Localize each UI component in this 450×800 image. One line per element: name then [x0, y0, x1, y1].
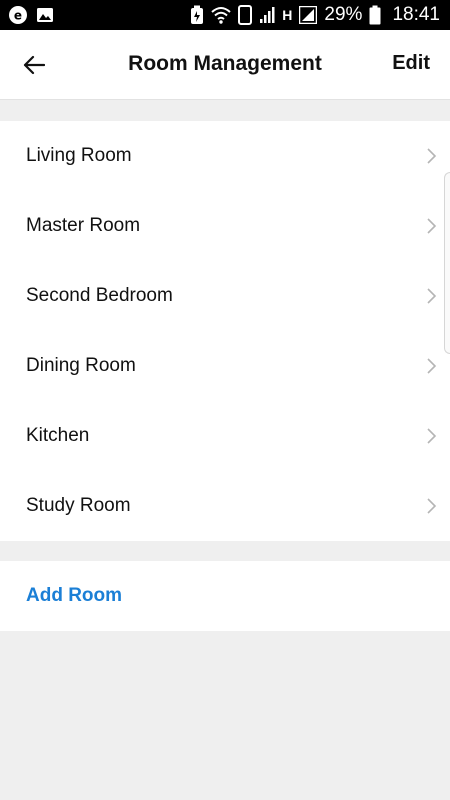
room-item-second-bedroom[interactable]: Second Bedroom [0, 261, 450, 331]
chevron-right-icon [427, 358, 437, 374]
signal-icon [259, 6, 275, 24]
status-bar-left: e [8, 5, 54, 25]
network-type-label: H [282, 7, 293, 23]
room-label: Second Bedroom [26, 285, 173, 306]
status-bar: e H 29% 18:41 [0, 0, 450, 30]
chevron-right-icon [427, 218, 437, 234]
chevron-right-icon [427, 288, 437, 304]
room-item-kitchen[interactable]: Kitchen [0, 401, 450, 471]
app-notification-icon: e [8, 5, 28, 25]
room-list: Living Room Master Room Second Bedroom D… [0, 121, 450, 541]
clock-time: 18:41 [392, 4, 440, 25]
chevron-right-icon [427, 428, 437, 444]
svg-text:e: e [14, 9, 22, 23]
room-label: Study Room [26, 495, 131, 516]
chevron-right-icon [427, 498, 437, 514]
status-bar-right: H 29% 18:41 [190, 4, 440, 26]
app-header: Room Management Edit [0, 30, 450, 100]
chevron-right-icon [427, 148, 437, 164]
edit-button[interactable]: Edit [392, 52, 430, 75]
add-room-button[interactable]: Add Room [0, 561, 450, 631]
page-title: Room Management [128, 52, 322, 75]
room-label: Master Room [26, 215, 141, 236]
add-room-label: Add Room [26, 585, 123, 606]
room-item-master-room[interactable]: Master Room [0, 191, 450, 261]
wifi-icon [211, 6, 231, 24]
room-item-dining-room[interactable]: Dining Room [0, 331, 450, 401]
room-label: Kitchen [26, 425, 90, 446]
image-icon [36, 7, 54, 23]
battery-icon [369, 5, 381, 25]
room-label: Living Room [26, 145, 132, 166]
battery-saver-icon [190, 5, 204, 25]
battery-percent: 29% [324, 4, 363, 25]
signal-2-icon [299, 6, 318, 24]
room-item-living-room[interactable]: Living Room [0, 121, 450, 191]
room-label: Dining Room [26, 355, 136, 376]
scrollbar[interactable] [444, 172, 450, 354]
sim-2-icon [238, 5, 253, 25]
room-item-study-room[interactable]: Study Room [0, 471, 450, 541]
